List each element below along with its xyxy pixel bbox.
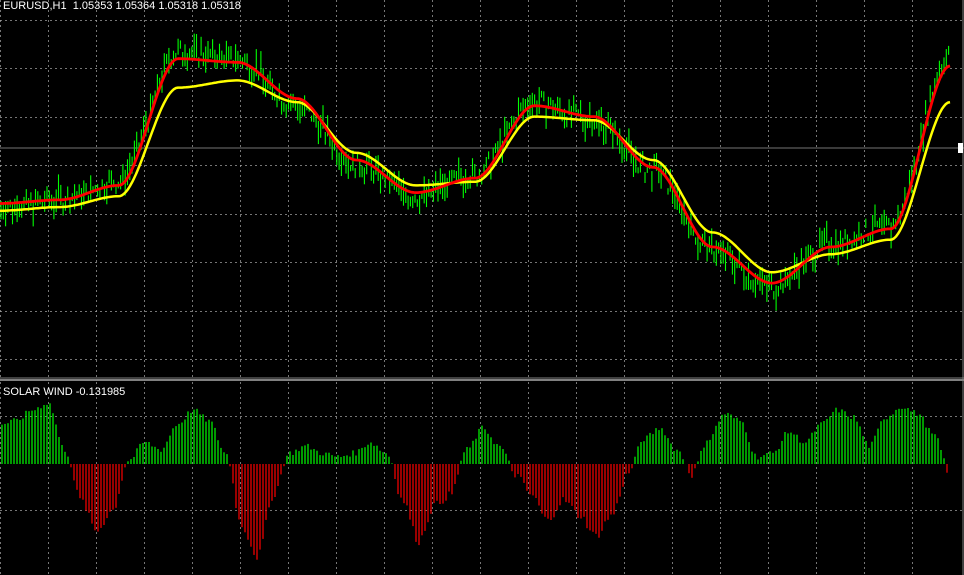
current-price-marker <box>958 143 963 153</box>
main-chart-header: EURUSD,H1 1.05353 1.05364 1.05318 1.0531… <box>3 0 241 13</box>
main-price-chart[interactable] <box>0 0 964 575</box>
indicator-header: SOLAR WIND -0.131985 <box>3 386 125 399</box>
indicator-value: -0.131985 <box>75 386 126 398</box>
chart-window: EURUSD,H1 1.05353 1.05364 1.05318 1.0531… <box>0 0 964 575</box>
symbol-label: EURUSD,H1 <box>3 0 67 12</box>
ohlc-label: 1.05353 1.05364 1.05318 1.05318 <box>72 0 241 12</box>
indicator-name: SOLAR WIND <box>3 386 73 398</box>
